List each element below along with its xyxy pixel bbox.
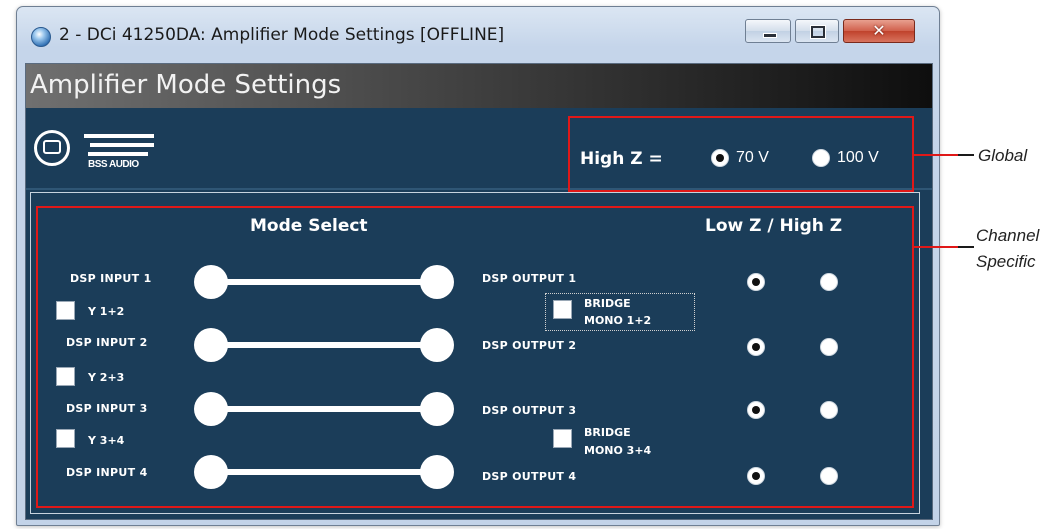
mode-select-heading: Mode Select [250, 216, 368, 236]
channel-highlight-box [36, 206, 914, 508]
highz-label: High Z = [580, 149, 663, 169]
dsp-output-2-label: DSP OUTPUT 2 [482, 339, 577, 352]
global-leader-line [914, 154, 958, 156]
channel-2-route-bar [210, 342, 446, 348]
dsp-output-3-label: DSP OUTPUT 3 [482, 404, 577, 417]
global-leader-tick [958, 154, 974, 156]
maximize-button[interactable] [795, 19, 839, 43]
crest-icon [34, 130, 70, 166]
channel-4-lowz-radio[interactable] [747, 467, 765, 485]
channel-3-output-knob[interactable] [420, 392, 454, 426]
dsp-input-3-label: DSP INPUT 3 [66, 402, 148, 415]
y-1-2-checkbox[interactable] [56, 301, 75, 320]
minimize-button[interactable] [745, 19, 791, 43]
page-title: Amplifier Mode Settings [30, 70, 342, 100]
channel-2-input-knob[interactable] [194, 328, 228, 362]
channel-1-output-knob[interactable] [420, 265, 454, 299]
highz-100v-label[interactable]: 100 V [837, 149, 879, 167]
maximize-icon [811, 26, 825, 38]
bridge-3-4-label-line2: MONO 3+4 [584, 444, 652, 457]
dsp-output-1-label: DSP OUTPUT 1 [482, 272, 577, 285]
channel-1-highz-radio[interactable] [820, 273, 838, 291]
channel-1-input-knob[interactable] [194, 265, 228, 299]
logo-text: BSS AUDIO [88, 159, 139, 170]
bridge-1-2-label-line1: BRIDGE [584, 297, 631, 310]
channel-3-input-knob[interactable] [194, 392, 228, 426]
highz-70v-label[interactable]: 70 V [736, 149, 769, 167]
y-2-3-label: Y 2+3 [88, 371, 125, 384]
bridge-1-2-checkbox[interactable] [553, 300, 572, 319]
dsp-input-1-label: DSP INPUT 1 [70, 272, 152, 285]
channel-3-lowz-radio[interactable] [747, 401, 765, 419]
channel-leader-line [914, 246, 958, 248]
bridge-3-4-checkbox[interactable] [553, 429, 572, 448]
highz-100v-radio[interactable] [812, 149, 830, 167]
bridge-3-4-label-line1: BRIDGE [584, 426, 631, 439]
channel-annotation-line2: Specific [976, 252, 1036, 271]
channel-leader-tick [958, 246, 974, 248]
y-2-3-checkbox[interactable] [56, 367, 75, 386]
channel-4-output-knob[interactable] [420, 455, 454, 489]
crown-icon [43, 140, 61, 154]
impedance-heading: Low Z / High Z [705, 216, 843, 236]
y-3-4-label: Y 3+4 [88, 434, 125, 447]
window-title: 2 - DCi 41250DA: Amplifier Mode Settings… [59, 25, 505, 45]
bss-wordmark: BSS AUDIO [84, 130, 166, 170]
y-1-2-label: Y 1+2 [88, 305, 125, 318]
global-annotation: Global [978, 146, 1028, 165]
channel-4-input-knob[interactable] [194, 455, 228, 489]
channel-2-lowz-radio[interactable] [747, 338, 765, 356]
dsp-output-4-label: DSP OUTPUT 4 [482, 470, 577, 483]
header-bar: Amplifier Mode Settings [26, 64, 932, 108]
channel-4-route-bar [210, 469, 446, 475]
highz-70v-radio[interactable] [711, 149, 729, 167]
title-bar[interactable]: 2 - DCi 41250DA: Amplifier Mode Settings… [17, 7, 939, 63]
bridge-1-2-label-line2: MONO 1+2 [584, 314, 652, 327]
dsp-input-4-label: DSP INPUT 4 [66, 466, 148, 479]
close-button[interactable]: ✕ [843, 19, 915, 43]
channel-1-route-bar [210, 279, 446, 285]
app-globe-icon [31, 27, 51, 47]
channel-2-output-knob[interactable] [420, 328, 454, 362]
channel-2-highz-radio[interactable] [820, 338, 838, 356]
channel-3-highz-radio[interactable] [820, 401, 838, 419]
close-icon: ✕ [872, 21, 886, 40]
minimize-icon [763, 33, 777, 38]
channel-annotation-line1: Channel [976, 226, 1040, 245]
y-3-4-checkbox[interactable] [56, 429, 75, 448]
channel-4-highz-radio[interactable] [820, 467, 838, 485]
channel-3-route-bar [210, 406, 446, 412]
dsp-input-2-label: DSP INPUT 2 [66, 336, 148, 349]
channel-1-lowz-radio[interactable] [747, 273, 765, 291]
